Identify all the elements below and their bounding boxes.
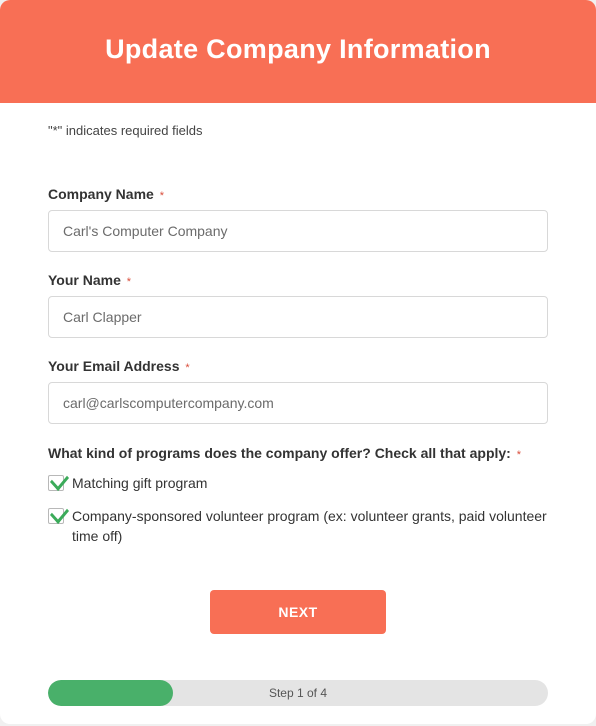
form-card: Update Company Information "*" indicates…: [0, 0, 596, 724]
email-input[interactable]: [48, 382, 548, 424]
programs-label: What kind of programs does the company o…: [48, 444, 548, 464]
button-row: NEXT: [48, 590, 548, 634]
field-email: Your Email Address *: [48, 358, 548, 424]
field-company-name: Company Name *: [48, 186, 548, 252]
your-name-label: Your Name *: [48, 272, 548, 288]
checkbox-matching-gift[interactable]: [48, 475, 64, 491]
email-label-text: Your Email Address: [48, 358, 179, 374]
programs-label-text: What kind of programs does the company o…: [48, 445, 511, 461]
required-star: *: [127, 276, 131, 288]
your-name-label-text: Your Name: [48, 272, 121, 288]
program-option-0: Matching gift program: [48, 474, 548, 494]
required-note: "*" indicates required fields: [48, 123, 548, 138]
checkbox-volunteer-program[interactable]: [48, 508, 64, 524]
next-button[interactable]: NEXT: [210, 590, 386, 634]
form-header: Update Company Information: [0, 0, 596, 103]
your-name-input[interactable]: [48, 296, 548, 338]
company-name-label: Company Name *: [48, 186, 548, 202]
program-option-1-text: Company-sponsored volunteer program (ex:…: [72, 507, 548, 546]
field-your-name: Your Name *: [48, 272, 548, 338]
program-option-0-text: Matching gift program: [72, 474, 207, 494]
page-title: Update Company Information: [20, 34, 576, 65]
required-star: *: [160, 190, 164, 202]
program-option-1: Company-sponsored volunteer program (ex:…: [48, 507, 548, 546]
email-label: Your Email Address *: [48, 358, 548, 374]
progress-bar: Step 1 of 4: [48, 680, 548, 706]
progress-text: Step 1 of 4: [48, 680, 548, 706]
required-star: *: [517, 449, 521, 461]
field-programs: What kind of programs does the company o…: [48, 444, 548, 546]
company-name-label-text: Company Name: [48, 186, 154, 202]
form-body: "*" indicates required fields Company Na…: [0, 103, 596, 680]
company-name-input[interactable]: [48, 210, 548, 252]
required-star: *: [185, 362, 189, 374]
